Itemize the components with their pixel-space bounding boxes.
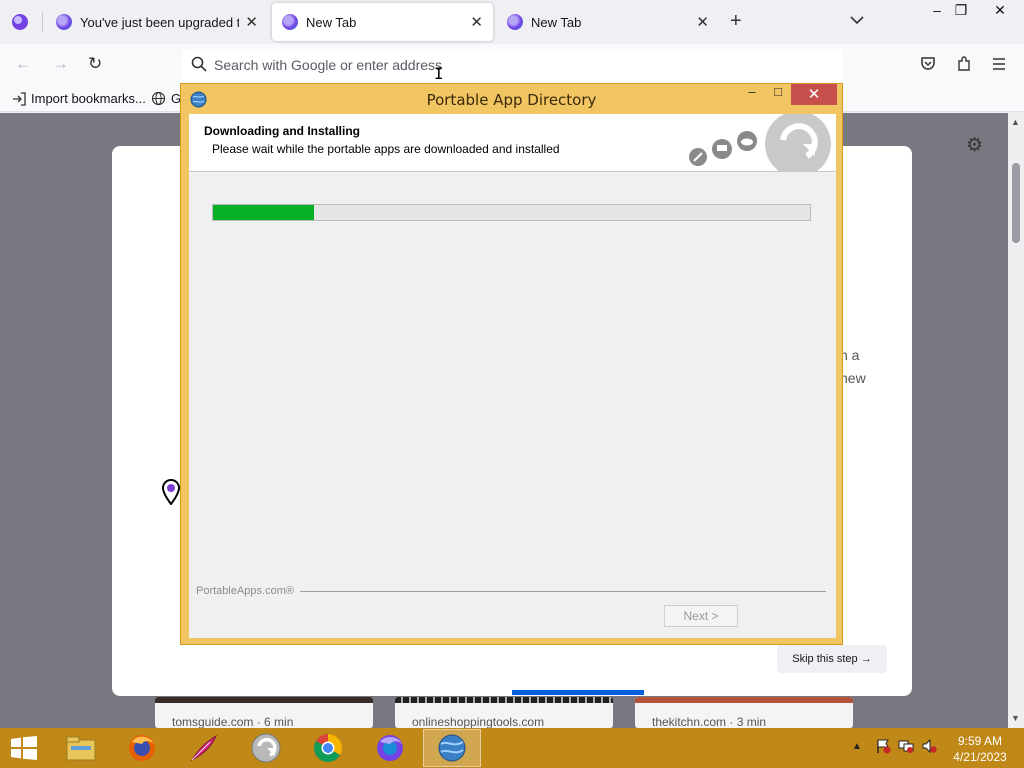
back-button[interactable]: ← — [15, 54, 32, 74]
close-tab-icon[interactable]: ✕ — [245, 13, 258, 31]
globe-icon — [151, 91, 166, 106]
clock-time: 9:59 AM — [957, 734, 1003, 748]
dialog-heading: Downloading and Installing — [204, 124, 360, 138]
clock-date: 4/21/2023 — [953, 750, 1007, 764]
story-thumbnail — [155, 697, 373, 703]
address-input[interactable] — [214, 53, 814, 77]
portableapps-icon — [251, 733, 281, 763]
firefox-tab-icon — [507, 14, 523, 30]
dialog-close-button[interactable]: ✕ — [791, 84, 837, 105]
firefox-nightly-icon — [377, 735, 403, 761]
bookmark-google[interactable]: G — [151, 91, 181, 106]
onboarding-progress — [512, 690, 644, 695]
map-pin-icon — [162, 479, 180, 505]
brand-label: PortableApps.com® — [196, 585, 294, 597]
close-tab-icon[interactable]: ✕ — [470, 13, 483, 31]
windows-start-icon[interactable] — [10, 736, 38, 760]
brand-line: PortableApps.com® — [196, 584, 826, 598]
scroll-up-arrow[interactable]: ▲ — [1011, 117, 1020, 127]
portableapps-cloud-graphic-icon — [689, 114, 831, 172]
taskbar-firefox-nightly[interactable] — [361, 729, 419, 767]
card-text-fragment: new — [840, 370, 866, 386]
import-icon — [13, 91, 26, 106]
firefox-view-icon[interactable] — [8, 10, 32, 34]
tab-strip: You've just been upgraded to Firefox ✕ N… — [0, 0, 1024, 44]
window-close-button[interactable]: ✕ — [985, 2, 1015, 19]
story-source: onlineshoppingtools.com — [412, 715, 545, 728]
page-scrollbar[interactable]: ▲ ▼ — [1008, 113, 1024, 728]
window-restore-button[interactable]: ❐ — [946, 2, 976, 19]
firefox-tab-icon — [282, 14, 298, 30]
next-button[interactable]: Next > — [664, 605, 738, 627]
new-tab-button[interactable]: + — [730, 10, 742, 33]
dialog-maximize-button[interactable]: □ — [767, 84, 789, 105]
scrollbar-thumb[interactable] — [1012, 163, 1020, 243]
search-icon — [191, 56, 207, 72]
forward-button[interactable]: → — [52, 54, 69, 74]
dialog-subheading: Please wait while the portable apps are … — [212, 142, 560, 156]
volume-muted-icon[interactable] — [921, 738, 937, 754]
taskbar-portableapps[interactable] — [237, 729, 295, 767]
skip-step-button[interactable]: Skip this step → — [777, 645, 887, 673]
dialog-minimize-button[interactable]: – — [741, 84, 763, 105]
taskbar-chrome[interactable] — [299, 729, 357, 767]
chevron-down-icon — [850, 16, 864, 25]
story-card[interactable]: onlineshoppingtools.com — [395, 697, 613, 728]
action-center-flag-icon[interactable] — [875, 738, 891, 754]
address-bar[interactable] — [182, 49, 843, 81]
dialog-titlebar[interactable]: Portable App Directory – □ ✕ — [181, 84, 842, 114]
download-progress-bar — [212, 204, 811, 221]
extensions-icon[interactable] — [955, 55, 973, 73]
pocket-icon[interactable] — [919, 55, 937, 73]
dialog-header: Downloading and Installing Please wait w… — [189, 114, 836, 172]
story-card[interactable]: tomsguide.com · 6 min — [155, 697, 373, 728]
dialog-body: Downloading and Installing Please wait w… — [189, 114, 836, 638]
taskbar-firefox[interactable] — [113, 729, 171, 767]
download-progress-fill — [213, 205, 315, 220]
navigation-toolbar: ← → ↻ — [0, 44, 1024, 86]
bookmark-import[interactable]: Import bookmarks... — [12, 91, 146, 106]
system-clock[interactable]: 9:59 AM 4/21/2023 — [950, 733, 1010, 765]
tab-label: New Tab — [531, 14, 582, 30]
tab-new-tab-active[interactable]: New Tab ✕ — [272, 3, 493, 41]
story-card[interactable]: thekitchn.com · 3 min — [635, 697, 853, 728]
story-thumbnail — [635, 697, 853, 703]
reload-button[interactable]: ↻ — [88, 54, 102, 74]
i-beam-cursor-icon: I — [434, 64, 444, 83]
portable-app-directory-icon — [438, 734, 466, 762]
stories-row: tomsguide.com · 6 min onlineshoppingtool… — [155, 697, 855, 728]
show-hidden-icons-button[interactable]: ▲ — [852, 741, 862, 752]
tab-upgraded[interactable]: You've just been upgraded to Firefox ✕ — [46, 3, 268, 41]
firefox-tab-icon — [56, 14, 72, 30]
list-all-tabs-button[interactable] — [850, 12, 864, 28]
taskbar-feather-app[interactable] — [175, 729, 233, 767]
network-icon[interactable] — [898, 738, 914, 754]
tab-label: New Tab — [306, 14, 357, 30]
firefox-icon — [129, 735, 155, 761]
taskbar-explorer[interactable] — [52, 729, 110, 767]
windows-explorer-icon — [66, 736, 96, 761]
feather-icon — [190, 734, 218, 762]
story-source: tomsguide.com · 6 min — [172, 715, 294, 728]
tab-new-tab[interactable]: New Tab ✕ — [497, 3, 719, 41]
bookmark-label: Import bookmarks... — [31, 91, 146, 106]
story-thumbnail — [395, 697, 613, 703]
story-source: thekitchn.com · 3 min — [652, 715, 767, 728]
divider — [300, 590, 826, 592]
menu-icon[interactable] — [991, 56, 1007, 72]
scroll-down-arrow[interactable]: ▼ — [1011, 713, 1020, 723]
close-tab-icon[interactable]: ✕ — [696, 13, 709, 31]
portable-app-directory-window: Portable App Directory – □ ✕ Downloading… — [180, 83, 843, 645]
gear-icon[interactable]: ⚙ — [966, 134, 983, 157]
taskbar-portable-app-directory[interactable] — [423, 729, 481, 767]
windows-taskbar: ▲ 9:59 AM 4/21/2023 — [0, 728, 1024, 768]
tab-label: You've just been upgraded to Firefox — [80, 14, 240, 30]
chrome-icon — [314, 734, 342, 762]
